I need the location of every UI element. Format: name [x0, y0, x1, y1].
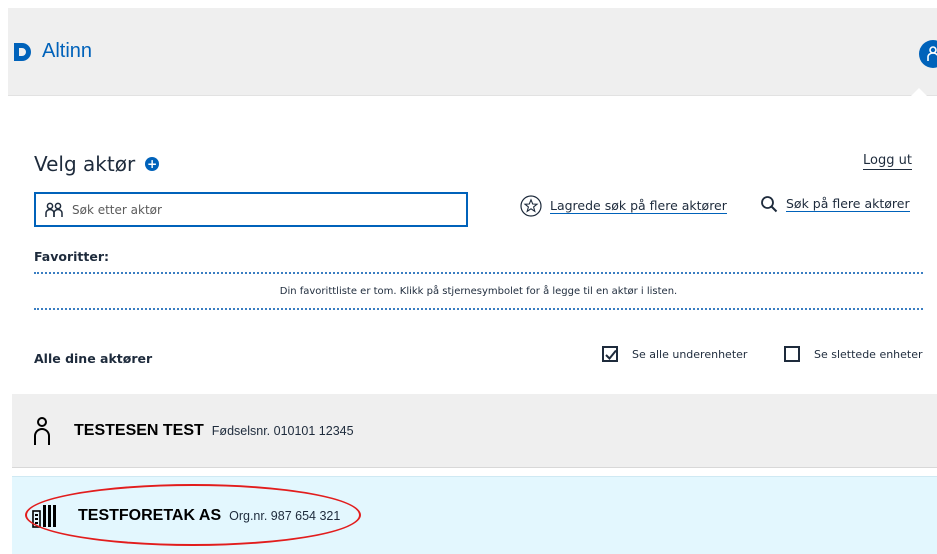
search-icon	[761, 196, 778, 213]
profile-button[interactable]	[919, 40, 937, 68]
altinn-logo-icon	[14, 42, 31, 61]
all-actors-heading: Alle dine aktører	[34, 351, 153, 366]
header-notch	[911, 88, 927, 96]
show-deleted-option[interactable]: Se slettede enheter	[784, 346, 923, 362]
multi-search-label: Søk på flere aktører	[786, 196, 910, 212]
show-subunits-label: Se alle underenheter	[632, 347, 748, 361]
page-title: Velg aktør +	[34, 152, 160, 176]
saved-searches-link[interactable]: Lagrede søk på flere aktører	[520, 195, 727, 217]
star-icon	[520, 195, 542, 217]
favorites-empty-text: Din favorittliste er tom. Klikk på stjer…	[279, 285, 678, 297]
show-deleted-label: Se slettede enheter	[814, 347, 923, 361]
person-icon	[34, 416, 50, 445]
checkmark-icon	[605, 349, 617, 360]
add-icon[interactable]: +	[145, 157, 160, 171]
show-deleted-checkbox[interactable]	[784, 346, 800, 362]
top-header: Altinn	[8, 8, 937, 96]
actor-search-input[interactable]	[72, 202, 452, 217]
people-icon	[45, 202, 63, 217]
actor-name: TESTESEN TEST	[74, 421, 204, 439]
user-icon	[927, 46, 937, 61]
saved-searches-label: Lagrede søk på flere aktører	[550, 198, 727, 214]
actor-search-box[interactable]	[34, 192, 468, 227]
logout-link[interactable]: Logg ut	[863, 153, 912, 170]
actor-row-person[interactable]: TESTESEN TEST Fødselsnr. 010101 12345	[12, 394, 937, 468]
brand-name: Altinn	[42, 40, 93, 62]
favorites-empty-box: Din favorittliste er tom. Klikk på stjer…	[34, 272, 923, 310]
multi-search-link[interactable]: Søk på flere aktører	[760, 195, 910, 213]
favorites-heading: Favoritter:	[34, 249, 110, 264]
show-subunits-option[interactable]: Se alle underenheter	[602, 346, 747, 362]
altinn-logo[interactable]: Altinn	[12, 40, 92, 63]
page-title-text: Velg aktør	[34, 152, 136, 176]
highlight-annotation	[25, 484, 361, 546]
actor-id: Fødselsnr. 010101 12345	[211, 423, 354, 438]
show-subunits-checkbox[interactable]	[602, 346, 618, 362]
